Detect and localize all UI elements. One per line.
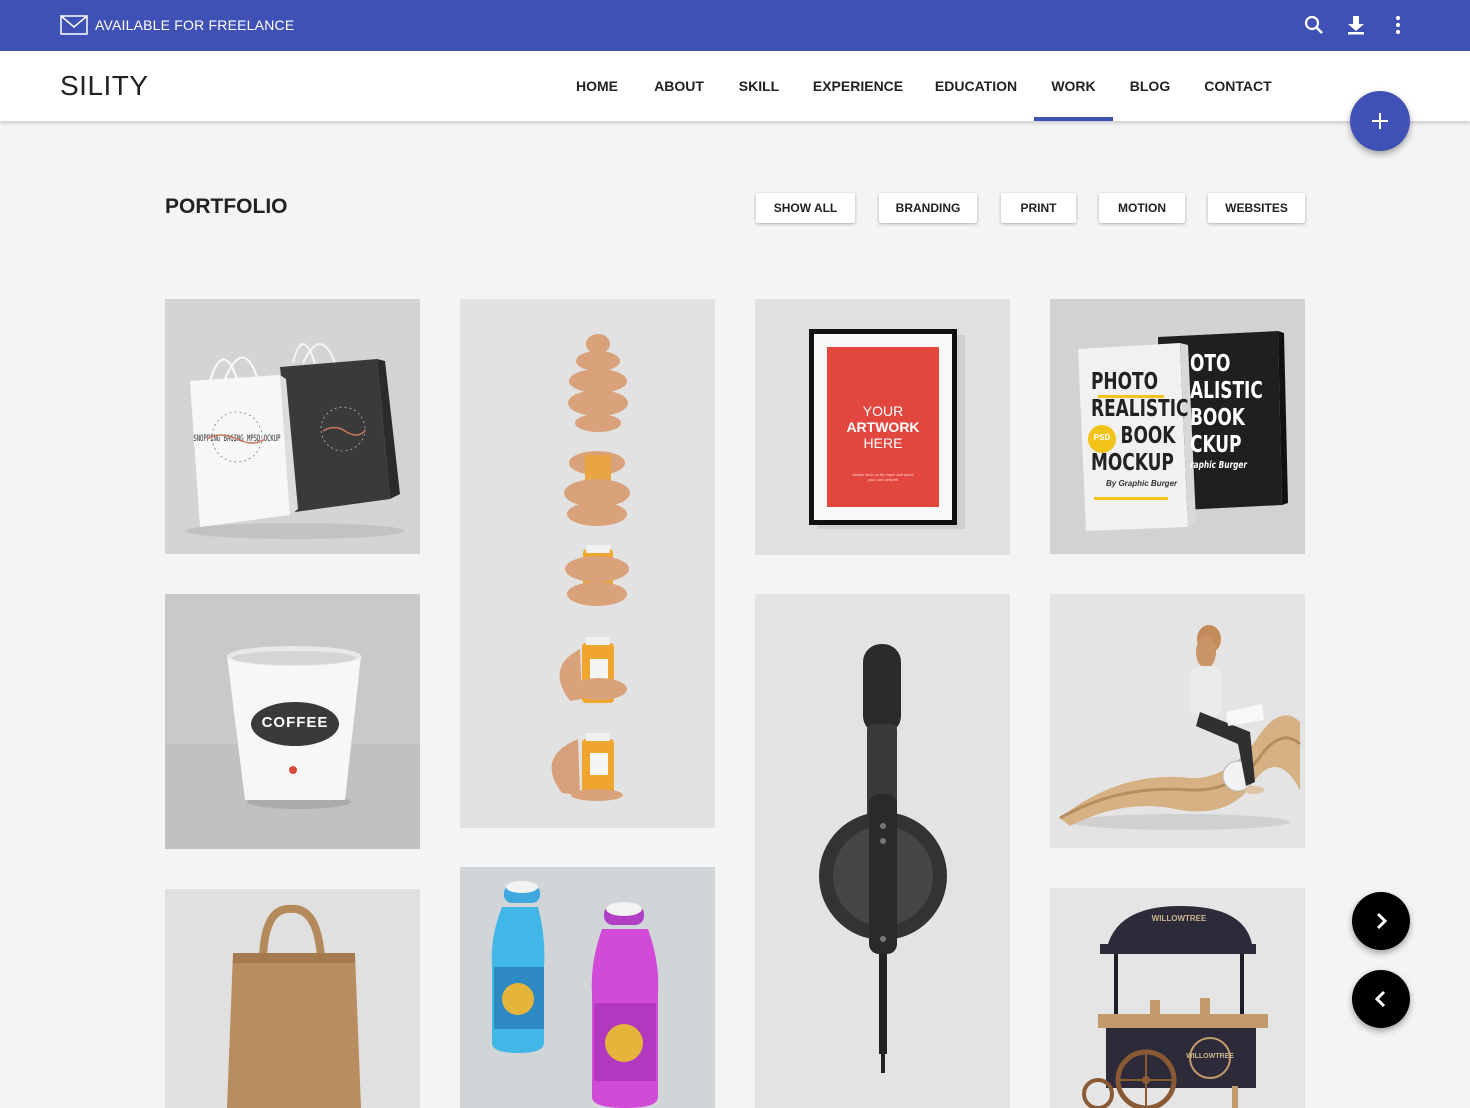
honey-jar-image <box>551 334 630 801</box>
book-line-4: MOCKUP <box>1091 450 1174 476</box>
nav-contact[interactable]: CONTACT <box>1190 51 1286 121</box>
main-navbar: SILITY HOME ABOUT SKILL EXPERIENCE EDUCA… <box>0 51 1470 121</box>
book-line-1: PHOTO <box>1091 369 1159 395</box>
top-bar: AVAILABLE FOR FREELANCE <box>0 0 1470 51</box>
book-psd-badge: PSD <box>1093 433 1111 442</box>
cart-top-label: WILLOWTREE <box>1151 914 1207 923</box>
nav-blog[interactable]: BLOG <box>1118 51 1182 121</box>
portfolio-item-honey-jars[interactable] <box>460 299 715 828</box>
filter-branding[interactable]: BRANDING <box>879 193 977 223</box>
nav-about[interactable]: ABOUT <box>640 51 718 121</box>
portfolio-item-shopping-bags[interactable]: SNOPPING BAGING MPSD OCKUP <box>165 299 420 554</box>
nav-experience[interactable]: EXPERIENCE <box>800 51 916 121</box>
book-back-line-3: BOOK <box>1190 405 1245 431</box>
add-fab-button[interactable] <box>1350 91 1410 151</box>
book-byline: By Graphic Burger <box>1106 479 1178 488</box>
book-back-line-1: OTO <box>1190 351 1231 377</box>
nav-education[interactable]: EDUCATION <box>922 51 1030 121</box>
book-mockup-image <box>1078 331 1288 531</box>
chevron-left-icon <box>1374 990 1386 1008</box>
frame-line-1: YOUR <box>862 403 904 419</box>
plus-icon <box>1372 113 1388 129</box>
frame-small-text: double click on the layer and place your… <box>852 472 914 482</box>
previous-button[interactable] <box>1352 970 1410 1028</box>
portfolio-item-headphone[interactable] <box>755 594 1010 1108</box>
portfolio-item-food-cart[interactable]: WILLOWTREE WILLOWTREE <box>1050 888 1305 1108</box>
cup-label: COFFEE <box>261 714 329 731</box>
filter-show-all[interactable]: SHOW ALL <box>756 193 855 223</box>
frame-line-3: HERE <box>863 435 903 451</box>
portfolio-item-coffee-cup[interactable]: COFFEE <box>165 594 420 849</box>
download-icon[interactable] <box>1345 14 1367 36</box>
cart-side-label: WILLOWTREE <box>1186 1053 1234 1060</box>
book-line-2: REALISTIC <box>1091 396 1189 422</box>
filter-motion[interactable]: MOTION <box>1099 193 1185 223</box>
chevron-right-icon <box>1376 912 1388 930</box>
book-back-line-2: ALISTIC <box>1190 378 1263 404</box>
book-back-byline: raphic Burger <box>1190 460 1248 471</box>
frame-artwork-text: YOUR ARTWORK HERE <box>827 403 939 451</box>
portfolio-item-artwork-frame[interactable]: YOUR ARTWORK HERE double click on the la… <box>755 299 1010 555</box>
portfolio-item-book-mockup[interactable]: PHOTO REALISTIC BOOK MOCKUP PSD By Graph… <box>1050 299 1305 554</box>
nav-home[interactable]: HOME <box>562 51 632 121</box>
book-back-title: OTO ALISTIC BOOK CKUP raphic Burger <box>1190 351 1264 473</box>
search-icon[interactable] <box>1303 14 1325 36</box>
more-vert-icon[interactable] <box>1387 14 1409 36</box>
portfolio-item-bottles[interactable] <box>460 867 715 1108</box>
tote-bag-image <box>227 904 361 1108</box>
filter-websites[interactable]: WEBSITES <box>1208 193 1305 223</box>
book-front-title: PHOTO REALISTIC BOOK MOCKUP <box>1091 369 1189 477</box>
shopping-bags-image: SNOPPING BAGING MPSD OCKUP <box>185 343 405 539</box>
freelance-status[interactable]: AVAILABLE FOR FREELANCE <box>95 17 294 33</box>
site-logo[interactable]: SILITY <box>60 70 149 102</box>
bottles-image <box>491 881 659 1108</box>
portfolio-item-chair[interactable] <box>1050 594 1305 848</box>
portfolio-title: PORTFOLIO <box>165 195 288 218</box>
nav-skill[interactable]: SKILL <box>724 51 794 121</box>
nav-work[interactable]: WORK <box>1034 51 1113 121</box>
bag-print-text: SNOPPING BAGING MPSD OCKUP <box>193 433 280 444</box>
book-back-line-4: CKUP <box>1190 432 1242 458</box>
headphone-image <box>819 644 947 1073</box>
next-button[interactable] <box>1352 892 1410 950</box>
filter-print[interactable]: PRINT <box>1001 193 1076 223</box>
mail-icon[interactable] <box>60 15 88 35</box>
portfolio-item-tote-bag[interactable] <box>165 889 420 1108</box>
reading-chair-image <box>1059 625 1301 830</box>
frame-line-2: ARTWORK <box>846 419 920 435</box>
